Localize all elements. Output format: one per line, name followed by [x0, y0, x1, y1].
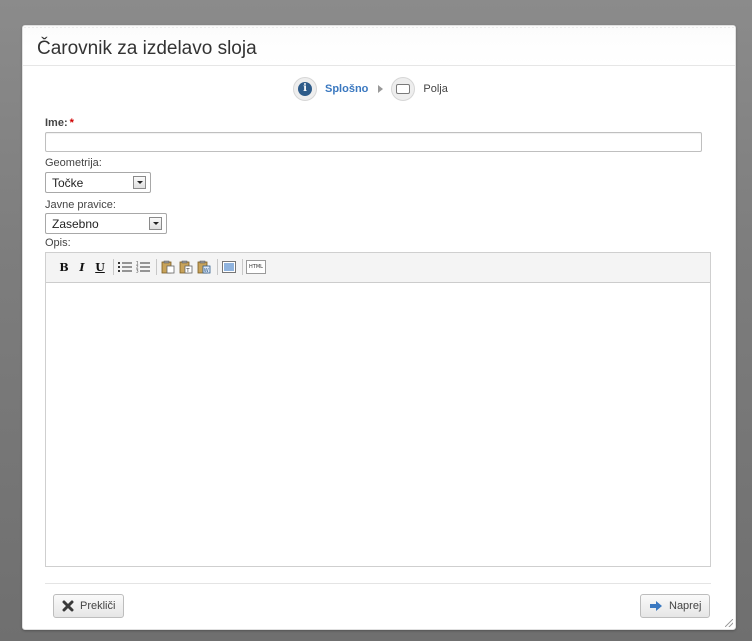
svg-text:T: T [185, 268, 190, 274]
name-label: Ime: * [45, 117, 74, 129]
toolbar-separator [113, 259, 114, 275]
toolbar-separator [242, 259, 243, 275]
numbered-list-icon[interactable]: 1 2 3 [135, 259, 151, 275]
wizard-steps: i Splošno Polja [293, 76, 448, 102]
name-input[interactable] [45, 132, 702, 152]
italic-button[interactable]: I [74, 259, 90, 275]
toolbar-separator [217, 259, 218, 275]
permissions-label: Javne pravice: [45, 199, 116, 211]
chevron-down-icon[interactable] [149, 217, 162, 230]
permissions-select[interactable]: Zasebno [45, 213, 167, 234]
step-general[interactable]: Splošno [325, 83, 368, 95]
underline-button[interactable]: U [92, 259, 108, 275]
toolbar-separator [156, 259, 157, 275]
fields-icon[interactable] [391, 77, 416, 101]
geometry-select[interactable]: Točke [45, 172, 151, 193]
geometry-select-value: Točke [52, 176, 84, 190]
editor-content-area[interactable] [46, 283, 710, 566]
step-fields[interactable]: Polja [423, 83, 447, 95]
required-marker: * [69, 117, 74, 129]
description-editor: B I U 1 2 3 T W HTML [45, 252, 711, 567]
permissions-select-value: Zasebno [52, 217, 99, 231]
header-texture [23, 26, 735, 29]
dialog-title: Čarovnik za izdelavo sloja [37, 38, 257, 59]
paste-icon[interactable] [160, 259, 176, 275]
bullet-list-icon[interactable] [117, 259, 133, 275]
layer-wizard-dialog: Čarovnik za izdelavo sloja i Splošno Pol… [22, 25, 736, 630]
step-arrow-icon [378, 85, 384, 93]
cancel-button-label: Prekliči [80, 600, 116, 612]
next-button[interactable]: Naprej [640, 594, 711, 618]
bold-button[interactable]: B [56, 259, 72, 275]
geometry-label: Geometrija: [45, 157, 102, 169]
dialog-header: Čarovnik za izdelavo sloja [23, 26, 735, 66]
paste-word-icon[interactable]: W [196, 259, 212, 275]
text-format-group: B I U 1 2 3 T W HTML [56, 259, 266, 275]
description-label: Opis: [45, 237, 71, 249]
next-button-label: Naprej [669, 600, 702, 612]
source-view-icon[interactable] [221, 259, 237, 275]
svg-text:3: 3 [136, 269, 139, 274]
footer-divider [45, 583, 711, 584]
resize-grip-icon[interactable] [725, 619, 733, 627]
close-icon [62, 600, 74, 612]
info-icon[interactable]: i [293, 77, 317, 101]
arrow-right-icon [649, 600, 663, 612]
paste-text-icon[interactable]: T [178, 259, 194, 275]
svg-text:W: W [204, 268, 209, 274]
editor-toolbar: B I U 1 2 3 T W HTML [46, 253, 710, 283]
name-label-text: Ime: [45, 117, 68, 129]
cancel-button[interactable]: Prekliči [53, 594, 125, 618]
html-source-button[interactable]: HTML [246, 260, 266, 274]
chevron-down-icon[interactable] [133, 176, 146, 189]
